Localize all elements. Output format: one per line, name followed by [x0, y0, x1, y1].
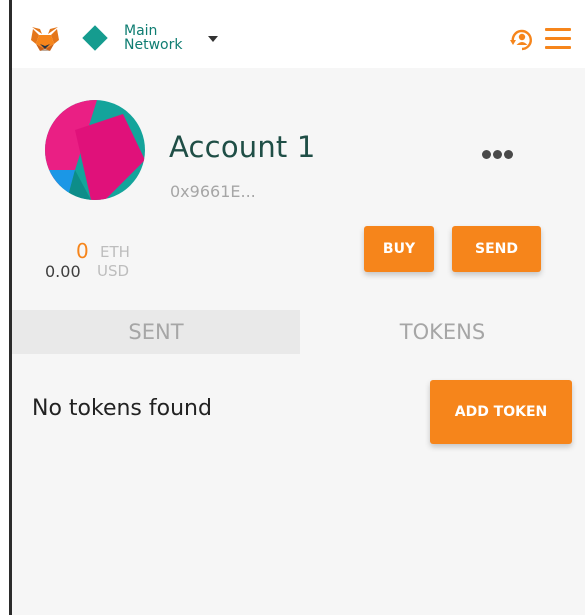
menu-line — [545, 28, 571, 31]
dot — [493, 150, 502, 159]
hamburger-menu-icon[interactable] — [545, 28, 571, 52]
usd-unit: USD — [97, 262, 130, 280]
tab-bar: SENT TOKENS — [12, 310, 585, 354]
add-token-button[interactable]: ADD TOKEN — [430, 380, 572, 444]
app-header: Main Network — [12, 0, 585, 68]
account-name: Account 1 — [169, 130, 316, 164]
usd-balance: 0.00 — [45, 262, 81, 281]
tab-tokens[interactable]: TOKENS — [300, 310, 585, 354]
account-address[interactable]: 0x9661E... — [170, 182, 256, 201]
metamask-fox-icon[interactable] — [30, 25, 60, 53]
tab-sent[interactable]: SENT — [12, 310, 300, 354]
dot — [504, 150, 513, 159]
eth-unit: ETH — [100, 243, 130, 261]
menu-line — [545, 37, 571, 40]
more-dots-icon[interactable] — [482, 144, 522, 159]
network-diamond-icon[interactable] — [82, 25, 108, 51]
wallet-popup: Main Network Account 1 0x9661E... 0 ETH … — [12, 0, 585, 615]
network-name-line2: Network — [124, 37, 183, 53]
account-avatar[interactable] — [45, 100, 145, 200]
menu-line — [545, 46, 571, 49]
account-switch-icon[interactable] — [509, 27, 535, 53]
network-selector[interactable]: Main Network — [124, 24, 182, 52]
buy-button[interactable]: BUY — [364, 226, 434, 272]
empty-tokens-message: No tokens found — [32, 396, 212, 421]
network-name-line1: Main — [124, 23, 158, 39]
send-button[interactable]: SEND — [452, 226, 541, 272]
caret-down-icon[interactable] — [208, 36, 218, 42]
dot — [482, 150, 491, 159]
eth-balance: 0 — [76, 239, 89, 263]
